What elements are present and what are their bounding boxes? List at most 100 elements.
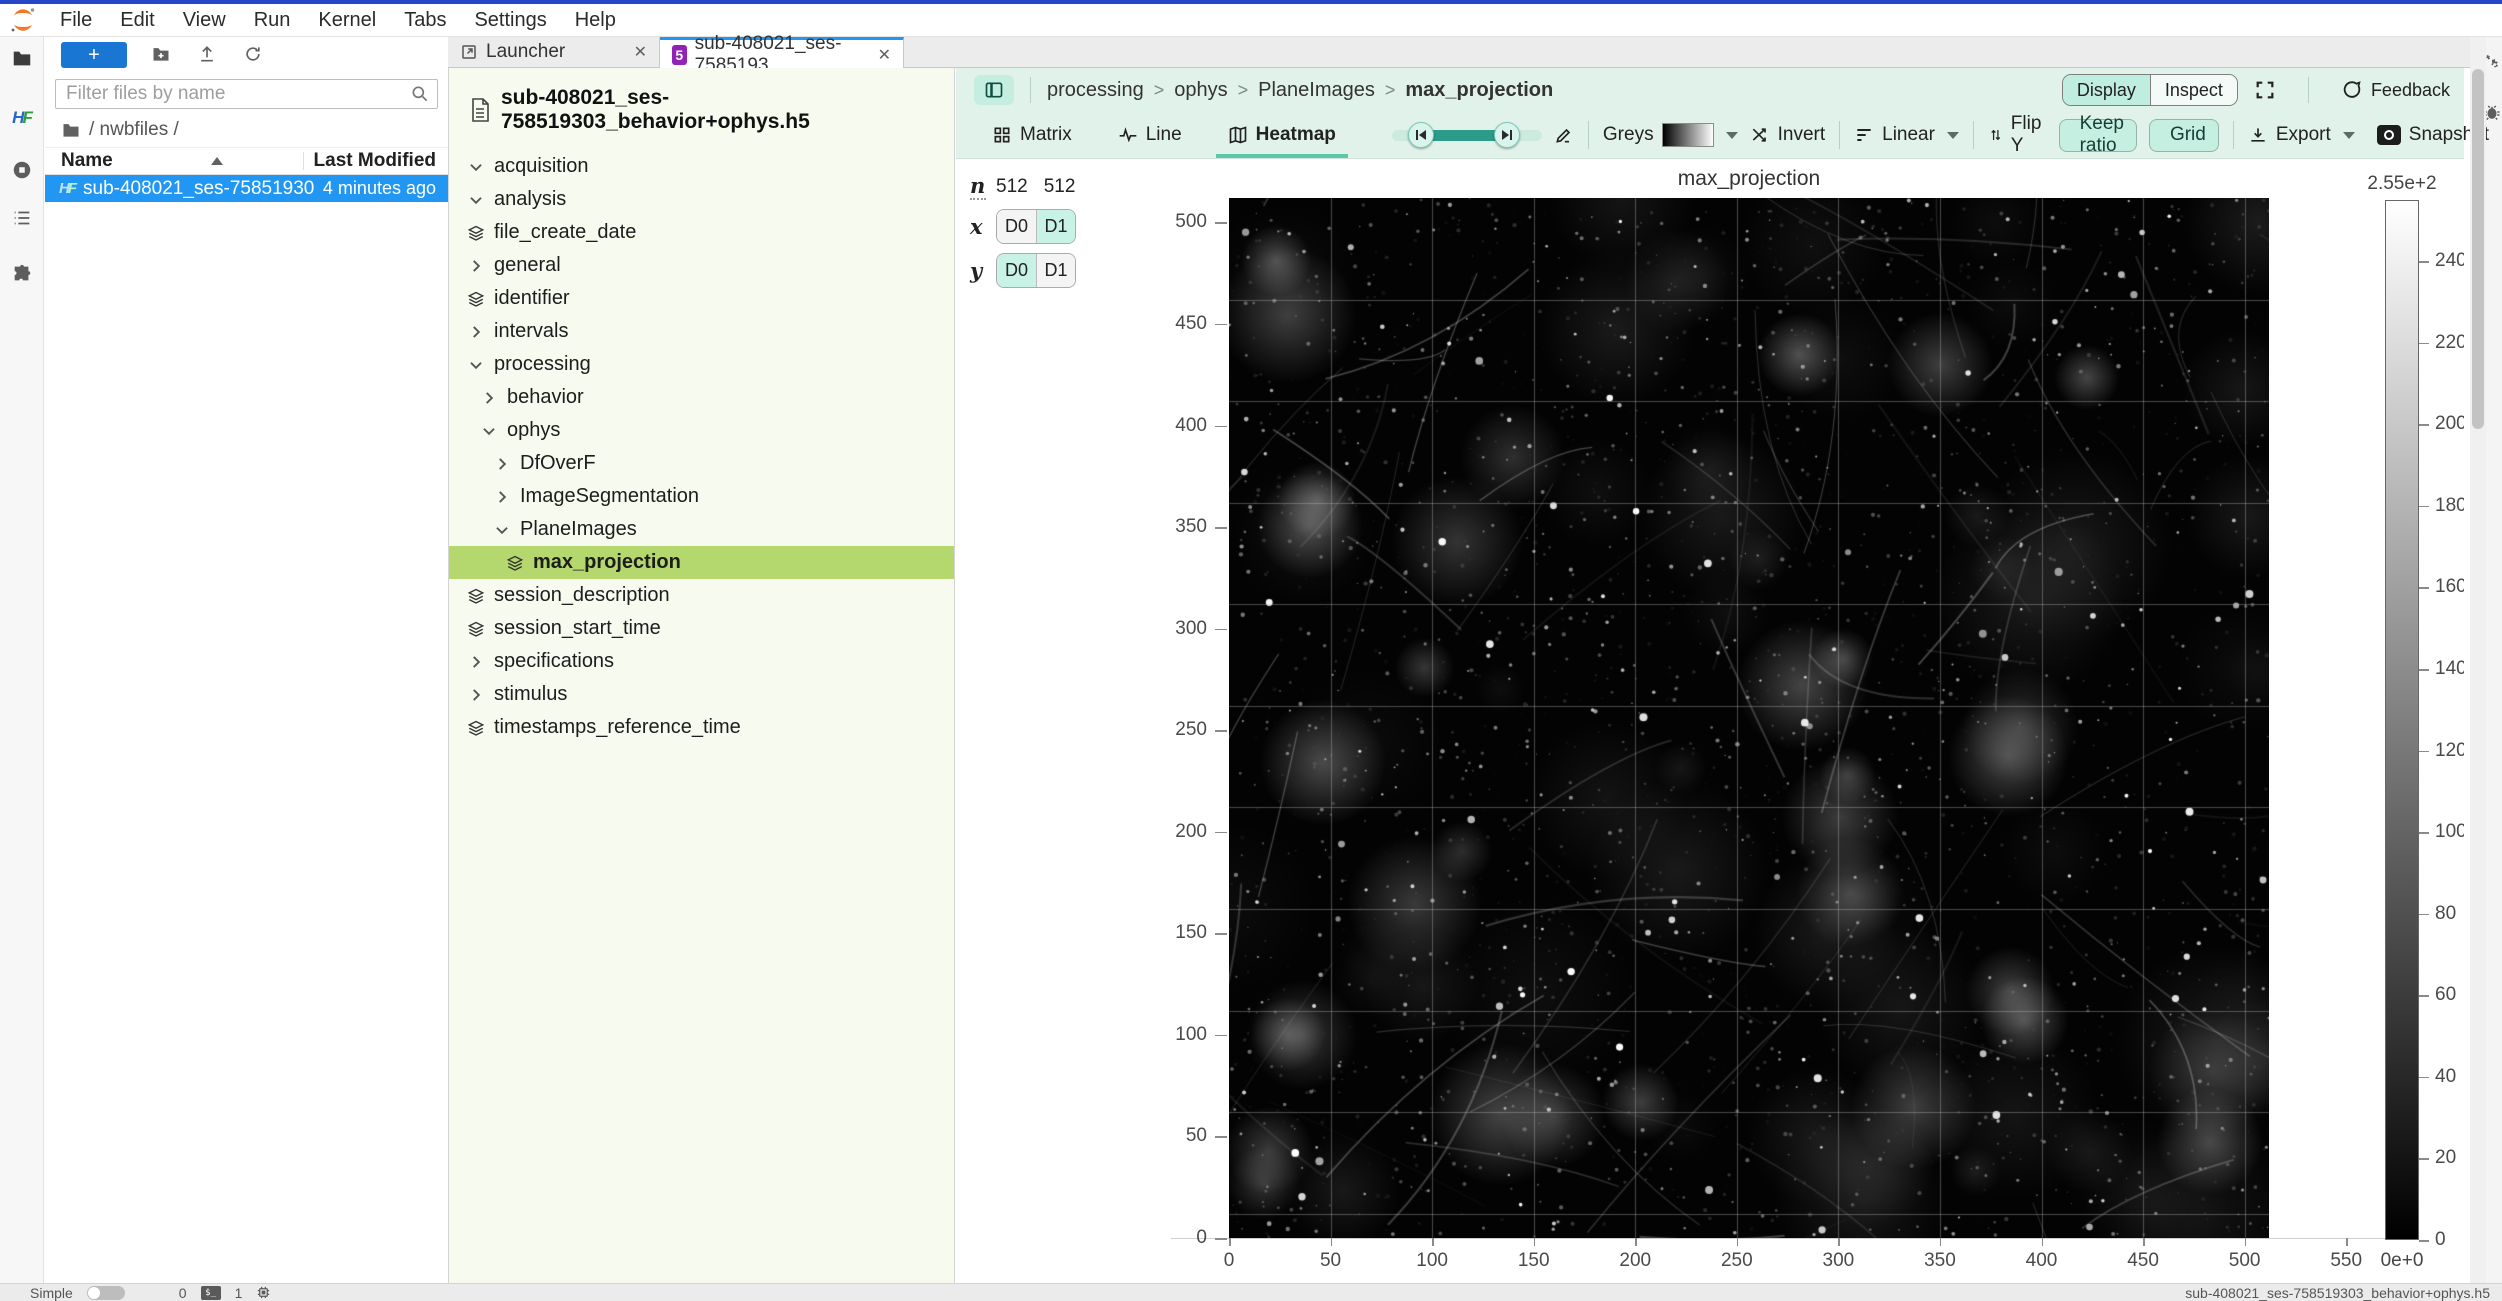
x-dim-d0-option[interactable]: D0: [997, 210, 1036, 243]
display-mode-button[interactable]: Display: [2063, 75, 2151, 105]
file-filter-input[interactable]: [55, 79, 438, 109]
divider: [2308, 77, 2309, 103]
tree-item-DfOverF[interactable]: DfOverF: [449, 447, 954, 480]
kernel-chip-icon[interactable]: [256, 1285, 271, 1300]
tree-item-specifications[interactable]: specifications: [449, 645, 954, 678]
file-row-selected[interactable]: HF sub-408021_ses-758519303_beha... 4 mi…: [45, 175, 448, 202]
colorbar-tick-label: 0: [2435, 1229, 2446, 1251]
table-of-contents-icon[interactable]: [9, 205, 35, 231]
colorbar[interactable]: [2385, 200, 2419, 1240]
h5-tree-panel: sub-408021_ses-758519303_behavior+ophys.…: [448, 68, 955, 1283]
menu-settings[interactable]: Settings: [460, 9, 560, 31]
tree-item-file_create_date[interactable]: file_create_date: [449, 216, 954, 249]
breadcrumb-segment[interactable]: max_projection: [1405, 79, 1553, 102]
inspect-mode-button[interactable]: Inspect: [2151, 75, 2237, 105]
colorbar-tick-label: 100: [2435, 821, 2464, 843]
tree-item-acquisition[interactable]: acquisition: [449, 150, 954, 183]
y-dimension-toggle: D0 D1: [996, 253, 1076, 288]
tree-item-max_projection[interactable]: max_projection: [449, 546, 954, 579]
slider-min-handle[interactable]: [1408, 122, 1434, 148]
dataset-breadcrumb: processing>ophys>PlaneImages>max_project…: [1047, 79, 1553, 102]
chevron-right-icon: [493, 488, 511, 506]
x-tick-label: 250: [1707, 1250, 1767, 1272]
tab-h5-file[interactable]: 5 sub-408021_ses-7585193 ✕: [660, 37, 904, 69]
upload-icon[interactable]: [197, 44, 219, 66]
column-last-modified[interactable]: Last Modified: [314, 150, 436, 172]
heatmap-image[interactable]: [1229, 198, 2269, 1238]
menu-view[interactable]: View: [169, 9, 240, 31]
chevron-down-icon: [1726, 132, 1738, 139]
y-dim-d0-option[interactable]: D0: [997, 254, 1036, 287]
tree-item-general[interactable]: general: [449, 249, 954, 282]
tree-item-identifier[interactable]: identifier: [449, 282, 954, 315]
y-tick: [1215, 527, 1227, 529]
breadcrumb-segment[interactable]: ophys: [1174, 79, 1227, 102]
menu-help[interactable]: Help: [561, 9, 630, 31]
refresh-icon[interactable]: [243, 44, 265, 66]
extension-manager-icon[interactable]: [9, 261, 35, 287]
close-icon[interactable]: ✕: [620, 42, 647, 62]
breadcrumb-segment[interactable]: PlaneImages: [1258, 79, 1375, 102]
file-browser-icon[interactable]: [9, 45, 35, 71]
scrollbar[interactable]: [2470, 37, 2486, 1283]
menu-kernel[interactable]: Kernel: [304, 9, 390, 31]
menu-edit[interactable]: Edit: [106, 9, 168, 31]
tree-item-timestamps_reference_time[interactable]: timestamps_reference_time: [449, 711, 954, 744]
y-tick: [1215, 222, 1227, 224]
keep-ratio-toggle[interactable]: Keep ratio: [2059, 119, 2137, 152]
sidebar-toggle-button[interactable]: [974, 75, 1014, 105]
tree-item-stimulus[interactable]: stimulus: [449, 678, 954, 711]
feedback-button[interactable]: Feedback: [2341, 79, 2450, 101]
pencil-icon: [1554, 125, 1574, 145]
tree-item-intervals[interactable]: intervals: [449, 315, 954, 348]
new-folder-icon[interactable]: [151, 44, 173, 66]
edit-domain-button[interactable]: [1554, 112, 1574, 158]
tree-item-label: general: [494, 254, 561, 277]
colormap-selector[interactable]: Greys: [1603, 112, 1738, 158]
scale-selector[interactable]: Linear: [1854, 112, 1959, 158]
x-tick: [1331, 1238, 1333, 1246]
menu-file[interactable]: File: [46, 9, 106, 31]
hdf5-sidebar-icon[interactable]: HF: [9, 105, 35, 131]
close-icon[interactable]: ✕: [864, 45, 891, 65]
tree-item-PlaneImages[interactable]: PlaneImages: [449, 513, 954, 546]
x-tick-label: 150: [1504, 1250, 1564, 1272]
x-tick-label: 50: [1301, 1250, 1361, 1272]
simple-mode-toggle[interactable]: [87, 1286, 125, 1300]
menu-tabs[interactable]: Tabs: [390, 9, 460, 31]
tree-item-ophys[interactable]: ophys: [449, 414, 954, 447]
y-tick-label: 250: [1149, 719, 1207, 741]
dimension-mapper: n 512 512 x D0 D1 y D0: [970, 173, 1076, 297]
slider-max-handle[interactable]: [1494, 122, 1520, 148]
heatmap-vis-tab[interactable]: Heatmap: [1216, 112, 1348, 158]
scrollbar-thumb[interactable]: [2472, 69, 2484, 429]
export-button[interactable]: Export: [2248, 112, 2355, 158]
tree-item-session_description[interactable]: session_description: [449, 579, 954, 612]
column-name[interactable]: Name: [61, 150, 303, 172]
running-kernels-icon[interactable]: [9, 157, 35, 183]
menu-run[interactable]: Run: [240, 9, 305, 31]
colorbar-tick: [2419, 1240, 2429, 1242]
matrix-vis-tab[interactable]: Matrix: [980, 112, 1084, 158]
y-dim-d1-option[interactable]: D1: [1036, 254, 1075, 287]
breadcrumb-segment[interactable]: processing: [1047, 79, 1144, 102]
invert-colormap-button[interactable]: Invert: [1750, 112, 1826, 158]
breadcrumb[interactable]: / nwbfiles /: [45, 109, 448, 147]
tab-launcher[interactable]: Launcher ✕: [448, 37, 660, 67]
new-launcher-button[interactable]: +: [61, 42, 127, 68]
terminal-icon[interactable]: $_: [201, 1286, 221, 1300]
x-dim-d1-option[interactable]: D1: [1036, 210, 1075, 243]
domain-slider[interactable]: [1392, 122, 1542, 148]
tree-item-processing[interactable]: processing: [449, 348, 954, 381]
flip-y-button[interactable]: Flip Y: [1988, 112, 2047, 158]
fullscreen-button[interactable]: [2254, 79, 2276, 101]
tree-item-analysis[interactable]: analysis: [449, 183, 954, 216]
line-vis-tab[interactable]: Line: [1106, 112, 1194, 158]
tree-item-behavior[interactable]: behavior: [449, 381, 954, 414]
dataset-icon: [467, 620, 485, 638]
tree-item-label: file_create_date: [494, 221, 636, 244]
grid-toggle[interactable]: Grid: [2149, 119, 2219, 152]
tree-item-label: DfOverF: [520, 452, 596, 475]
tree-item-ImageSegmentation[interactable]: ImageSegmentation: [449, 480, 954, 513]
tree-item-session_start_time[interactable]: session_start_time: [449, 612, 954, 645]
